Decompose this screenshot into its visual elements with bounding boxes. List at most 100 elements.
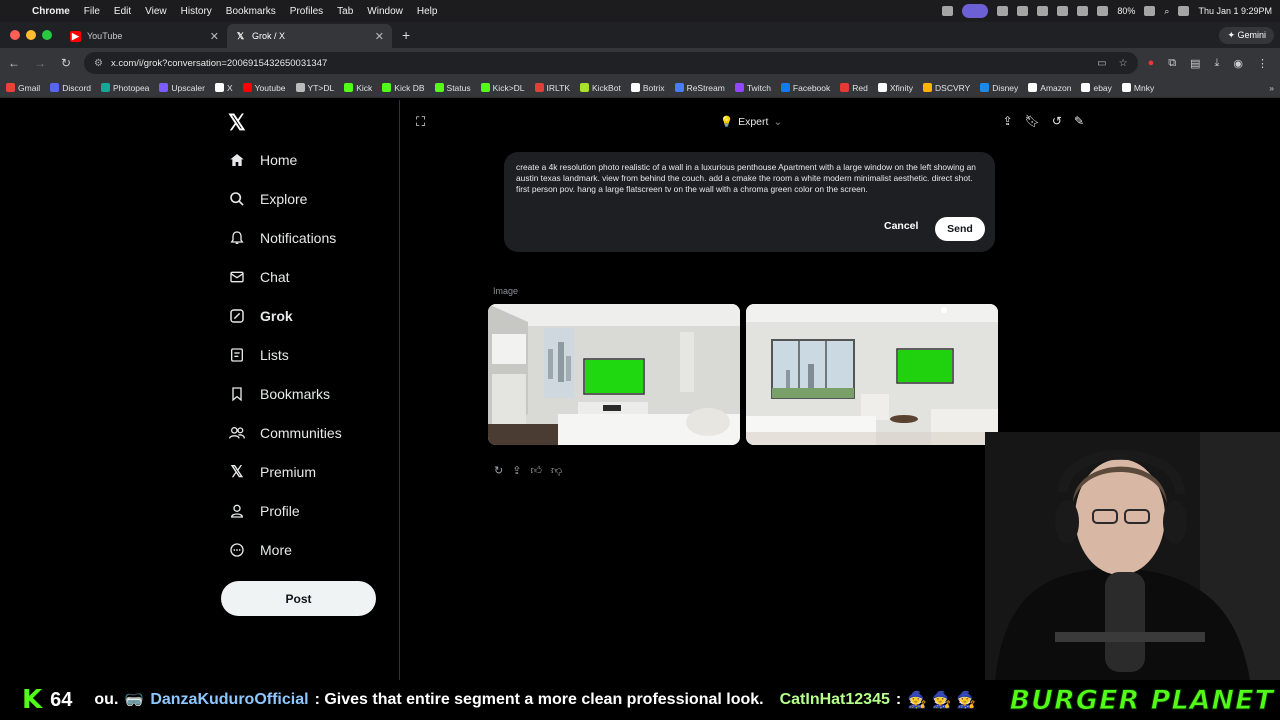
close-window-button[interactable]: [10, 30, 20, 40]
more-bookmarks-icon[interactable]: »: [1269, 83, 1274, 93]
model-selector[interactable]: 💡 Expert ⌄: [720, 115, 782, 129]
menu-file[interactable]: File: [84, 6, 100, 17]
bookmark-item[interactable]: Status: [434, 83, 471, 93]
bookmark-item[interactable]: DSCVRY: [923, 83, 970, 93]
tab-youtube[interactable]: ▶ YouTube ✕: [62, 24, 227, 48]
chrome-menu-icon[interactable]: ⋮: [1257, 57, 1268, 70]
history-icon[interactable]: ↺: [1052, 114, 1062, 128]
menu-help[interactable]: Help: [417, 6, 438, 17]
thumbs-down-icon[interactable]: 👎︎: [551, 464, 562, 477]
back-icon[interactable]: ←: [6, 56, 22, 70]
x-logo-icon[interactable]: 𝕏: [228, 110, 246, 136]
download-icon[interactable]: ⤓: [1215, 57, 1220, 70]
control-center-icon[interactable]: [1178, 6, 1190, 16]
sidebar-item-chat[interactable]: Chat: [228, 268, 290, 286]
clock[interactable]: Thu Jan 1 9:29PM: [1198, 6, 1272, 16]
site-info-icon[interactable]: ⚙: [94, 58, 103, 69]
profile-avatar[interactable]: ◉: [1233, 57, 1243, 70]
thumbs-up-icon[interactable]: 👍︎: [530, 464, 542, 477]
menu-window[interactable]: Window: [367, 6, 403, 17]
sidepanel-icon[interactable]: ▤: [1190, 57, 1200, 70]
sidebar-item-explore[interactable]: Explore: [228, 190, 307, 208]
close-tab-icon[interactable]: ✕: [375, 30, 384, 43]
gemini-button[interactable]: ✦ Gemini: [1219, 26, 1274, 44]
bookmark-item[interactable]: Gmail: [6, 83, 40, 93]
bookmark-item[interactable]: Twitch: [734, 83, 771, 93]
address-bar[interactable]: ⚙ x.com/i/grok?conversation=200691543265…: [84, 52, 1138, 74]
bookmark-item[interactable]: Kick DB: [382, 83, 425, 93]
extension-red-icon[interactable]: ●: [1148, 57, 1155, 70]
bookmark-item[interactable]: X: [214, 83, 233, 93]
bookmark-item[interactable]: Photopea: [101, 83, 149, 93]
regenerate-icon[interactable]: ↻: [494, 464, 503, 477]
bookmark-item[interactable]: ebay: [1081, 83, 1112, 93]
bookmark-item[interactable]: Discord: [50, 83, 91, 93]
forward-icon[interactable]: →: [32, 56, 48, 70]
post-button[interactable]: Post: [221, 581, 376, 616]
wifi-icon[interactable]: [1097, 6, 1109, 16]
cancel-button[interactable]: Cancel: [884, 220, 918, 232]
bookmark-item[interactable]: Xfinity: [877, 83, 913, 93]
sidebar-item-profile[interactable]: Profile: [228, 502, 300, 520]
prompt-text[interactable]: create a 4k resolution photo realistic o…: [516, 162, 986, 194]
sidebar-item-bookmarks[interactable]: Bookmarks: [228, 385, 330, 403]
sidebar-item-premium[interactable]: 𝕏 Premium: [228, 463, 316, 481]
zoom-window-button[interactable]: [42, 30, 52, 40]
expand-icon[interactable]: ⛶: [416, 114, 425, 130]
minimize-window-button[interactable]: [26, 30, 36, 40]
status-app-icon[interactable]: [942, 6, 954, 16]
sidebar-item-more[interactable]: More: [228, 541, 292, 559]
bookmark-item[interactable]: YT>DL: [295, 83, 334, 93]
sidebar-item-notifications[interactable]: Notifications: [228, 229, 336, 247]
bookmark-item[interactable]: Upscaler: [159, 83, 205, 93]
bookmark-item[interactable]: Amazon: [1028, 83, 1071, 93]
bookmark-item[interactable]: Kick: [344, 83, 372, 93]
status-purple-icon[interactable]: [962, 4, 989, 18]
menu-history[interactable]: History: [181, 6, 212, 17]
extensions-icon[interactable]: ⧉: [1168, 57, 1176, 70]
menu-view[interactable]: View: [145, 6, 167, 17]
bookmark-item[interactable]: Disney: [980, 83, 1018, 93]
menu-edit[interactable]: Edit: [114, 6, 131, 17]
close-tab-icon[interactable]: ✕: [210, 30, 219, 43]
reload-icon[interactable]: ↻: [58, 56, 74, 70]
bookmark-item[interactable]: Botrix: [630, 83, 665, 93]
tab-grok[interactable]: 𝕏 Grok / X ✕: [227, 24, 392, 48]
person-icon: [228, 502, 246, 520]
bookmark-item[interactable]: ReStream: [674, 83, 725, 93]
battery-icon[interactable]: [1144, 6, 1156, 16]
send-button[interactable]: Send: [935, 217, 985, 241]
bookmark-item[interactable]: Kick>DL: [480, 83, 525, 93]
status-circle-icon[interactable]: [997, 6, 1009, 16]
bookmark-item[interactable]: Facebook: [780, 83, 830, 93]
share-icon[interactable]: ⇪: [512, 464, 521, 477]
new-tab-button[interactable]: +: [392, 27, 420, 43]
bookmark-icon[interactable]: 🔖︎: [1025, 114, 1040, 128]
sidebar-item-home[interactable]: Home: [228, 151, 297, 169]
bookmark-item[interactable]: KickBot: [580, 83, 621, 93]
menu-app-name[interactable]: Chrome: [32, 6, 70, 17]
star-icon[interactable]: ☆: [1119, 58, 1128, 69]
sidebar-item-communities[interactable]: Communities: [228, 424, 342, 442]
bookmark-item[interactable]: IRLTK: [534, 83, 570, 93]
prompt-edit-box[interactable]: create a 4k resolution photo realistic o…: [504, 152, 995, 252]
generated-image-1[interactable]: [488, 304, 740, 445]
install-icon[interactable]: ▭: [1097, 58, 1106, 69]
sidebar-item-grok[interactable]: Grok: [228, 307, 293, 325]
bookmark-item[interactable]: Mnky: [1121, 83, 1154, 93]
new-chat-icon[interactable]: ✎: [1074, 114, 1084, 128]
bluetooth-icon[interactable]: [1077, 6, 1089, 16]
display-icon[interactable]: [1057, 6, 1069, 16]
bookmark-item[interactable]: Youtube: [242, 83, 286, 93]
sidebar-item-lists[interactable]: Lists: [228, 346, 289, 364]
menu-tab[interactable]: Tab: [337, 6, 353, 17]
url-text[interactable]: x.com/i/grok?conversation=20069154326500…: [111, 58, 327, 69]
volume-icon[interactable]: [1037, 6, 1049, 16]
share-icon[interactable]: ⇪: [1003, 114, 1013, 128]
generated-image-2[interactable]: [746, 304, 998, 445]
spotlight-icon[interactable]: ⌕: [1164, 6, 1169, 17]
menu-bookmarks[interactable]: Bookmarks: [226, 6, 276, 17]
status-record-icon[interactable]: [1017, 6, 1029, 16]
bookmark-item[interactable]: Red: [840, 83, 868, 93]
menu-profiles[interactable]: Profiles: [290, 6, 323, 17]
